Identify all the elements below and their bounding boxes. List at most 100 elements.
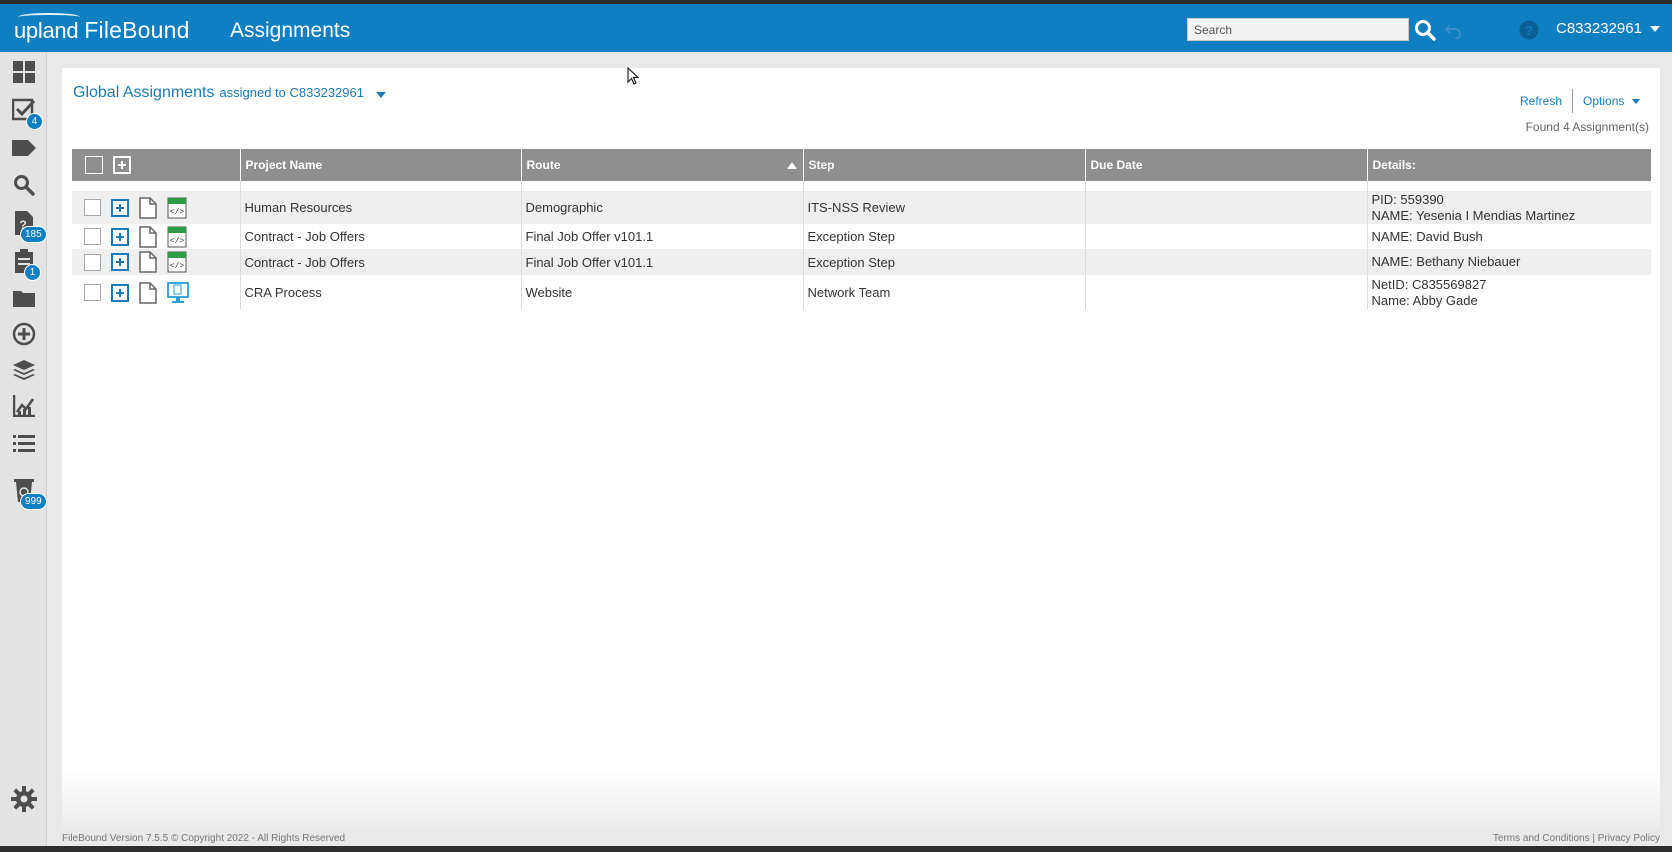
cell-project-name: Human Resources	[240, 191, 522, 224]
brand-logo[interactable]: upland FileBound	[14, 13, 190, 44]
details-line: NAME: David Bush	[1371, 228, 1483, 244]
assigned-to-label[interactable]: assigned to C833232961	[219, 85, 364, 100]
cell-project-name: Contract - Job Offers	[240, 249, 522, 275]
mouse-cursor-icon	[627, 67, 639, 85]
column-header-step[interactable]: Step	[803, 149, 1086, 181]
brand-name: FileBound	[84, 17, 190, 43]
table-row[interactable]: </> Contract - Job Offers Final Job Offe…	[72, 224, 1651, 249]
details-line: NAME: Yesenia I Mendias Martinez	[1371, 207, 1576, 223]
route-header-label: Route	[526, 158, 561, 172]
reports-chart-icon	[13, 395, 35, 417]
assigned-to-dropdown-icon[interactable]	[376, 92, 386, 98]
cell-due-date	[1085, 191, 1368, 224]
page-title: Global Assignments	[73, 84, 215, 101]
list-toolbar: Refresh Options	[1520, 89, 1641, 113]
sidebar-item-recycle-bin[interactable]: 999	[11, 477, 47, 510]
details-line: Name: Abby Gade	[1371, 292, 1478, 308]
expand-all-icon[interactable]	[113, 156, 131, 174]
chevron-down-icon	[1649, 25, 1660, 32]
sidebar-item-folders[interactable]	[11, 285, 37, 311]
html-form-icon[interactable]: </>	[167, 251, 187, 273]
table-row[interactable]: CRA Process Website Network Team NetID: …	[72, 275, 1651, 310]
sidebar-item-clipboard[interactable]: 1	[11, 248, 41, 281]
expand-row-icon[interactable]	[111, 283, 129, 302]
column-header-due-date[interactable]: Due Date	[1085, 149, 1368, 181]
app-header: upland FileBound Assignments ? C83323296…	[0, 4, 1672, 52]
cell-step: Network Team	[803, 275, 1086, 310]
cell-route: Demographic	[521, 191, 804, 224]
table-row[interactable]: </> Human Resources Demographic ITS-NSS …	[72, 191, 1651, 224]
refresh-link[interactable]: Refresh	[1520, 89, 1574, 113]
row-controls: </>	[72, 249, 241, 275]
column-header-route[interactable]: Route	[521, 149, 804, 181]
details-line: NetID: C835569827	[1371, 276, 1487, 292]
column-header-details[interactable]: Details:	[1367, 149, 1651, 181]
table-row[interactable]: </> Contract - Job Offers Final Job Offe…	[72, 249, 1651, 275]
html-form-icon[interactable]: </>	[167, 197, 187, 219]
select-all-checkbox[interactable]	[85, 156, 103, 174]
document-icon[interactable]	[139, 196, 157, 219]
sidebar-item-settings[interactable]	[11, 786, 37, 812]
layers-icon	[13, 360, 35, 380]
expand-row-icon[interactable]	[111, 253, 129, 271]
row-checkbox[interactable]	[84, 253, 101, 271]
document-icon[interactable]	[139, 251, 157, 273]
left-sidebar: 4 ? 185 1 999	[0, 52, 47, 852]
options-menu[interactable]: Options	[1573, 94, 1641, 108]
cell-due-date	[1085, 275, 1368, 310]
assignments-badge: 4	[26, 113, 43, 130]
row-checkbox[interactable]	[84, 228, 101, 245]
sidebar-item-tags[interactable]	[11, 135, 37, 161]
help-icon[interactable]: ?	[1518, 19, 1540, 41]
documents-badge: 185	[20, 226, 47, 243]
sidebar-item-search[interactable]	[11, 172, 37, 198]
table-header-row: Project Name Route Step Due Date Details…	[72, 149, 1651, 181]
search-input[interactable]	[1187, 18, 1409, 41]
list-icon	[13, 435, 35, 452]
sort-ascending-icon	[786, 162, 797, 169]
expand-row-icon[interactable]	[111, 227, 129, 246]
row-checkbox[interactable]	[84, 284, 101, 301]
panel-bottom-fade	[62, 770, 1660, 828]
sidebar-item-assignments[interactable]: 4	[11, 97, 43, 130]
assignments-table: Project Name Route Step Due Date Details…	[72, 149, 1651, 310]
sidebar-item-layers[interactable]	[11, 357, 37, 383]
svg-text:</>: </>	[170, 208, 185, 217]
brand-prefix: upland	[14, 18, 79, 43]
expand-row-icon[interactable]	[111, 198, 129, 217]
clipboard-badge: 1	[24, 264, 41, 281]
html-form-icon[interactable]: </>	[167, 226, 187, 248]
undo-icon[interactable]	[1443, 20, 1463, 40]
sidebar-item-list[interactable]	[11, 431, 37, 457]
cell-details: NAME: David Bush	[1367, 224, 1651, 249]
cell-project-name: CRA Process	[240, 275, 522, 310]
page-footer: FileBound Version 7.5.5 © Copyright 2022…	[62, 830, 1660, 846]
cell-step: ITS-NSS Review	[803, 191, 1086, 224]
cell-route: Website	[521, 275, 804, 310]
row-checkbox[interactable]	[84, 199, 101, 216]
cell-details: NAME: Bethany Niebauer	[1367, 249, 1651, 275]
row-controls	[72, 275, 241, 310]
monitor-document-icon[interactable]	[167, 281, 189, 304]
cell-step: Exception Step	[803, 224, 1086, 249]
row-controls: </>	[72, 224, 241, 249]
folder-icon	[13, 291, 35, 307]
cell-project-name: Contract - Job Offers	[240, 224, 522, 249]
document-icon[interactable]	[139, 225, 157, 248]
sidebar-item-reports[interactable]	[11, 393, 37, 419]
search-icon	[14, 175, 35, 196]
cell-details: PID: 559390 NAME: Yesenia I Mendias Mart…	[1367, 191, 1651, 224]
page-heading: Assignments	[230, 19, 351, 42]
cell-due-date	[1085, 224, 1368, 249]
sidebar-item-add[interactable]	[11, 321, 37, 347]
sidebar-item-documents[interactable]: ? 185	[11, 210, 47, 243]
search-icon[interactable]	[1413, 18, 1437, 42]
footer-links[interactable]: Terms and Conditions | Privacy Policy	[1493, 833, 1660, 844]
column-header-project-name[interactable]: Project Name	[240, 149, 522, 181]
row-controls: </>	[72, 191, 241, 224]
sidebar-item-dashboard[interactable]	[11, 59, 37, 85]
document-icon[interactable]	[139, 281, 157, 304]
assignments-title: Global Assignments assigned to C83323296…	[73, 84, 364, 102]
window-bottom-strip	[0, 846, 1672, 852]
user-menu[interactable]: C833232961	[1556, 20, 1660, 37]
